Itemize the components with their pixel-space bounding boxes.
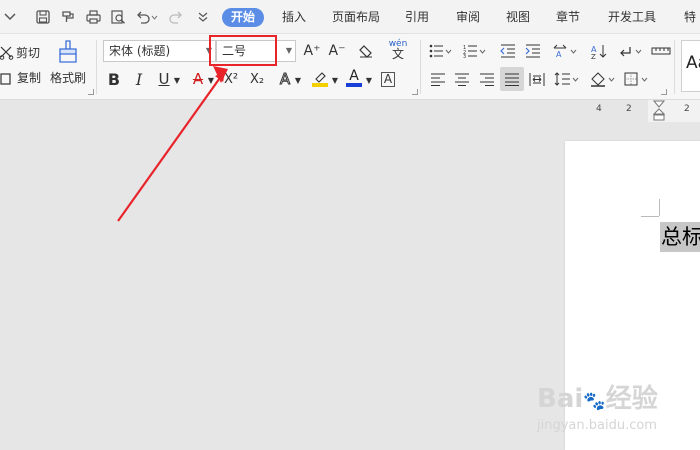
annotation-arrow-icon: [117, 66, 228, 222]
